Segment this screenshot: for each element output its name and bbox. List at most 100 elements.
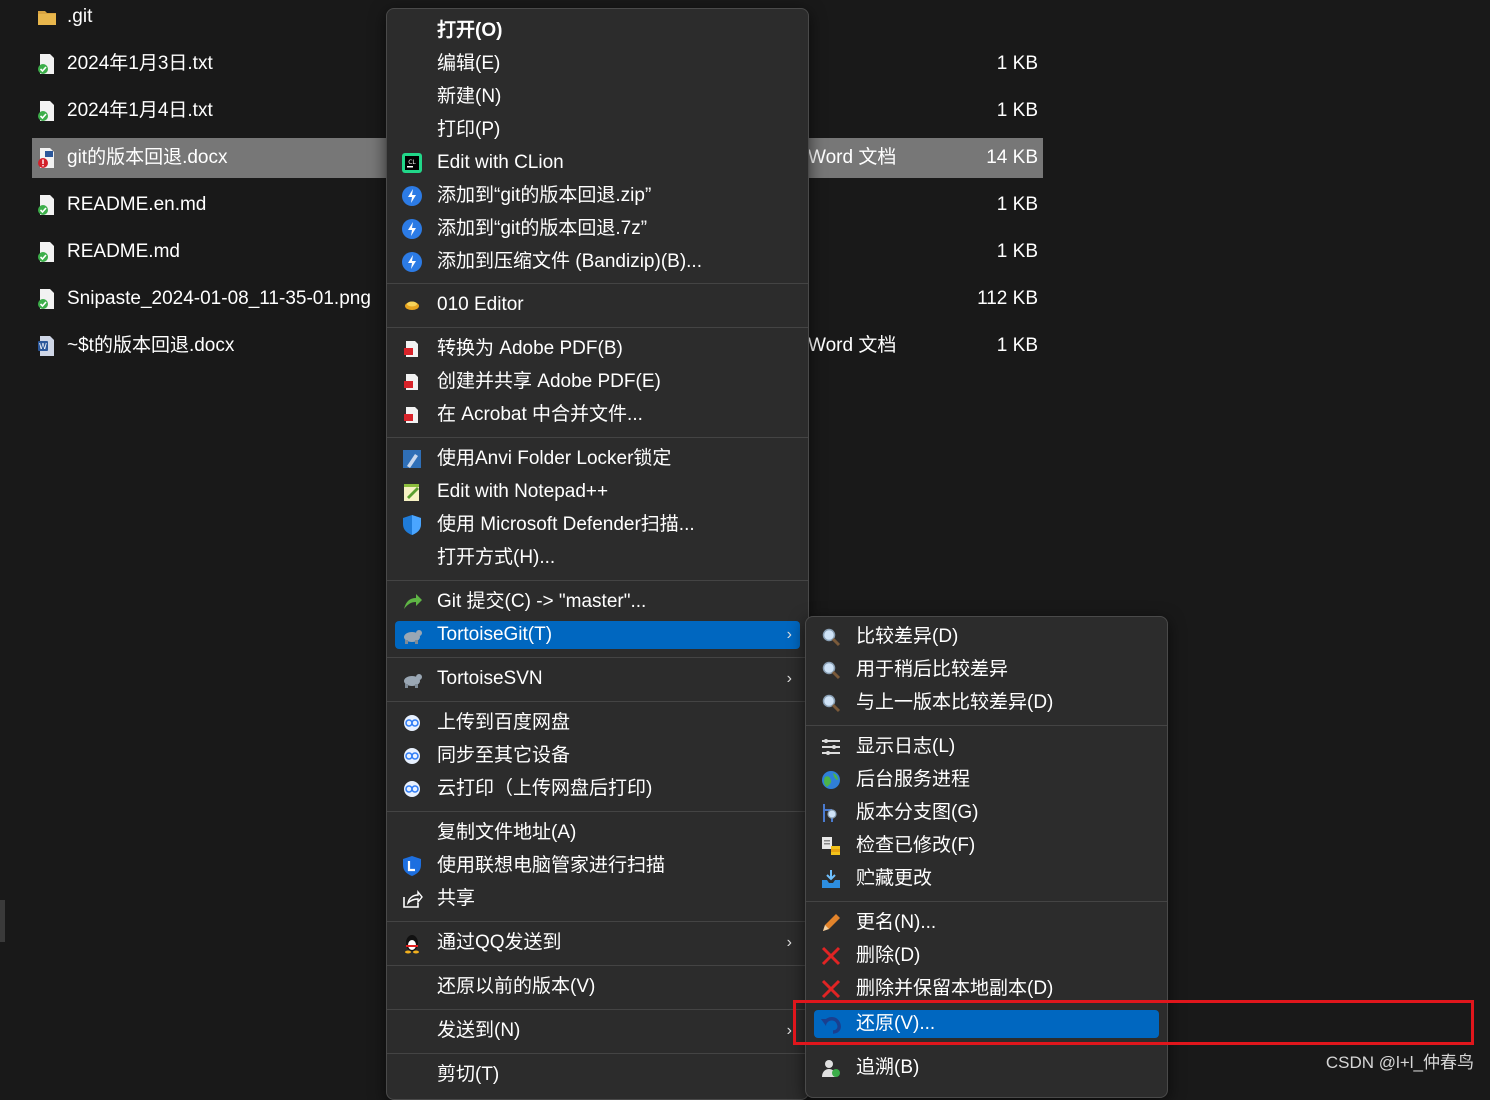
file-type: Word 文档 xyxy=(808,335,897,356)
file-name: 2024年1月3日.txt xyxy=(67,53,213,74)
submenu-item-rename[interactable]: 更名(N)... xyxy=(814,909,1159,937)
submenu-item-delete-keep-local[interactable]: 删除并保留本地副本(D) xyxy=(814,975,1159,1003)
menu-item-label: 打开(O) xyxy=(437,20,503,41)
file-size: 112 KB xyxy=(977,288,1038,309)
menu-item-add-7z[interactable]: 添加到“git的版本回退.7z” xyxy=(395,215,800,243)
menu-separator xyxy=(387,921,808,922)
menu-item-cloud-print[interactable]: 云打印（上传网盘后打印) xyxy=(395,775,800,803)
svg-text:CL: CL xyxy=(408,159,416,166)
menu-item-restore-previous[interactable]: 还原以前的版本(V) xyxy=(395,973,800,1001)
text-file-icon xyxy=(38,101,54,121)
menu-item-label: 使用 Microsoft Defender扫描... xyxy=(437,514,695,535)
submenu-item-daemon[interactable]: 后台服务进程 xyxy=(814,766,1159,794)
menu-item-cut[interactable]: 剪切(T) xyxy=(395,1061,800,1089)
menu-separator xyxy=(387,965,808,966)
menu-item-copy-path[interactable]: 复制文件地址(A) xyxy=(395,819,800,847)
menu-item-label: 010 Editor xyxy=(437,294,524,315)
submenu-item-blame[interactable]: 追溯(B) xyxy=(814,1054,1159,1082)
menu-separator xyxy=(387,811,808,812)
menu-item-sync-devices[interactable]: 同步至其它设备 xyxy=(395,742,800,770)
menu-item-label: 后台服务进程 xyxy=(856,769,971,790)
folder-locker-icon xyxy=(403,450,421,468)
menu-item-convert-pdf[interactable]: 转换为 Adobe PDF(B) xyxy=(395,335,800,363)
submenu-item-stash[interactable]: 贮藏更改 xyxy=(814,865,1159,893)
menu-item-label: 贮藏更改 xyxy=(856,868,933,889)
menu-item-label: Edit with CLion xyxy=(437,152,564,173)
menu-separator xyxy=(387,283,808,284)
submenu-item-diff-previous[interactable]: 与上一版本比较差异(D) xyxy=(814,689,1159,717)
menu-item-defender-scan[interactable]: 使用 Microsoft Defender扫描... xyxy=(395,511,800,539)
acrobat-icon xyxy=(404,341,418,357)
menu-separator xyxy=(387,580,808,581)
menu-item-baidu-upload[interactable]: 上传到百度网盘 xyxy=(395,709,800,737)
menu-item-label: Git 提交(C) -> "master"... xyxy=(437,591,647,612)
menu-separator xyxy=(387,1009,808,1010)
menu-item-label: 共享 xyxy=(437,888,476,909)
magnifier-icon xyxy=(822,694,841,713)
menu-item-label: TortoiseGit(T) xyxy=(437,624,553,645)
menu-item-git-commit[interactable]: Git 提交(C) -> "master"... xyxy=(395,588,800,616)
file-size: 1 KB xyxy=(996,335,1038,356)
menu-item-open-with[interactable]: 打开方式(H)... xyxy=(395,544,800,572)
text-file-icon xyxy=(38,242,54,262)
word-file-icon: W xyxy=(38,336,54,356)
menu-item-label: 编辑(E) xyxy=(437,53,501,74)
image-file-icon xyxy=(38,289,54,309)
menu-item-add-bandizip[interactable]: 添加到压缩文件 (Bandizip)(B)... xyxy=(395,248,800,276)
submenu-item-diff-later[interactable]: 用于稍后比较差异 xyxy=(814,656,1159,684)
submenu-item-show-log[interactable]: 显示日志(L) xyxy=(814,733,1159,761)
chevron-right-icon: › xyxy=(786,1022,792,1039)
menu-item-label: 使用联想电脑管家进行扫描 xyxy=(437,855,666,876)
baidu-netdisk-icon xyxy=(404,781,420,797)
menu-item-label: 打开方式(H)... xyxy=(437,547,556,568)
menu-item-lenovo-scan[interactable]: 使用联想电脑管家进行扫描 xyxy=(395,852,800,880)
submenu-item-diff[interactable]: 比较差异(D) xyxy=(814,623,1159,651)
menu-item-add-zip[interactable]: 添加到“git的版本回退.zip” xyxy=(395,182,800,210)
menu-item-acrobat-merge[interactable]: 在 Acrobat 中合并文件... xyxy=(395,401,800,429)
clion-icon: CL xyxy=(402,153,422,173)
menu-item-label: 打印(P) xyxy=(437,119,501,140)
menu-item-edit[interactable]: 编辑(E) xyxy=(395,50,800,78)
menu-item-label: 用于稍后比较差异 xyxy=(856,659,1009,680)
submenu-item-revision-graph[interactable]: 版本分支图(G) xyxy=(814,799,1159,827)
menu-item-label: 使用Anvi Folder Locker锁定 xyxy=(437,448,672,469)
qq-penguin-icon xyxy=(405,935,419,954)
acrobat-icon xyxy=(404,374,418,390)
menu-item-label: 创建并共享 Adobe PDF(E) xyxy=(437,371,661,392)
acrobat-icon xyxy=(404,407,418,423)
menu-item-label: 云打印（上传网盘后打印) xyxy=(437,778,653,799)
menu-item-label: TortoiseSVN xyxy=(437,668,543,689)
menu-item-label: 版本分支图(G) xyxy=(856,802,979,823)
menu-item-label: 与上一版本比较差异(D) xyxy=(856,692,1054,713)
file-size: 1 KB xyxy=(996,100,1038,121)
menu-item-label: 在 Acrobat 中合并文件... xyxy=(437,404,643,425)
menu-item-new[interactable]: 新建(N) xyxy=(395,83,800,111)
menu-item-send-to[interactable]: 发送到(N) › xyxy=(395,1017,800,1045)
left-edge-scroll[interactable] xyxy=(0,900,5,942)
menu-item-010-editor[interactable]: 010 Editor xyxy=(395,291,800,319)
share-icon xyxy=(403,890,423,908)
menu-item-label: 添加到“git的版本回退.zip” xyxy=(437,185,652,206)
stash-icon xyxy=(822,870,840,888)
menu-separator xyxy=(387,1053,808,1054)
menu-item-folder-locker[interactable]: 使用Anvi Folder Locker锁定 xyxy=(395,445,800,473)
menu-item-tortoisegit[interactable]: TortoiseGit(T) › xyxy=(395,621,800,649)
menu-item-share[interactable]: 共享 xyxy=(395,885,800,913)
menu-item-open[interactable]: 打开(O) xyxy=(395,17,800,45)
menu-item-notepad-plus-plus[interactable]: Edit with Notepad++ xyxy=(395,478,800,506)
file-size: 1 KB xyxy=(996,53,1038,74)
menu-item-share-pdf[interactable]: 创建并共享 Adobe PDF(E) xyxy=(395,368,800,396)
menu-separator xyxy=(387,657,808,658)
submenu-item-check-modifications[interactable]: 检查已修改(F) xyxy=(814,832,1159,860)
menu-item-label: 剪切(T) xyxy=(437,1064,500,1085)
submenu-item-delete[interactable]: 删除(D) xyxy=(814,942,1159,970)
annotation-highlight-box xyxy=(793,1000,1474,1045)
menu-item-tortoisesvn[interactable]: TortoiseSVN › xyxy=(395,665,800,693)
menu-item-edit-with-clion[interactable]: CL Edit with CLion xyxy=(395,149,800,177)
menu-item-send-via-qq[interactable]: 通过QQ发送到 › xyxy=(395,929,800,957)
log-list-icon xyxy=(822,739,840,755)
menu-item-print[interactable]: 打印(P) xyxy=(395,116,800,144)
git-commit-icon xyxy=(404,594,422,609)
context-menu: 打开(O) 编辑(E) 新建(N) 打印(P) CL Edit with CLi… xyxy=(386,8,809,1100)
notepad-plus-plus-icon xyxy=(404,484,419,501)
